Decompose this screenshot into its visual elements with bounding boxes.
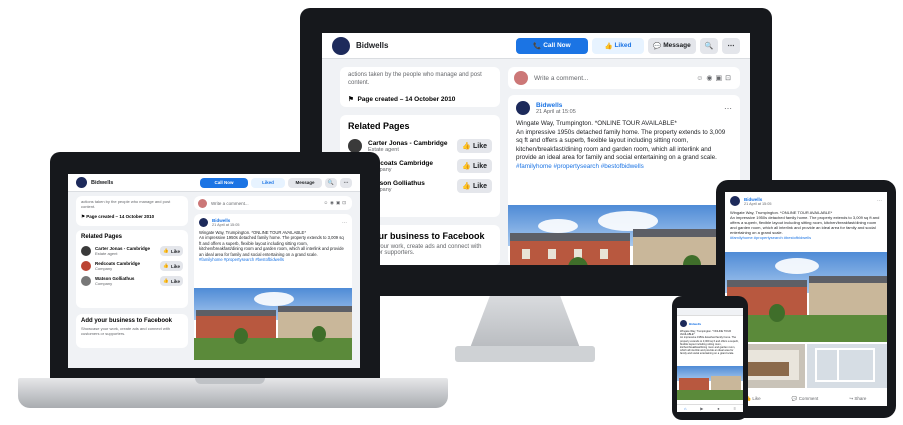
page-header: Bidwells Call Now Liked Message 🔍 ⋯ xyxy=(68,174,360,192)
laptop-notch xyxy=(195,378,265,384)
post-menu-icon[interactable]: ⋯ xyxy=(877,198,882,204)
about-text: actions taken by the people who manage a… xyxy=(348,72,482,86)
avatar xyxy=(514,71,528,85)
comment-input[interactable]: Write a comment... xyxy=(211,201,323,206)
post-photo[interactable] xyxy=(677,366,743,400)
comment-action[interactable]: 💬 Comment xyxy=(792,396,818,402)
post-text: Wingate Way, Trumpington. *ONLINE TOUR A… xyxy=(680,330,739,356)
comment-icons[interactable]: ☺◉▣⊡ xyxy=(323,200,348,206)
liked-button[interactable]: Liked xyxy=(251,177,285,188)
phone-navbar: ⌂ ▶ ● ≡ xyxy=(677,404,743,412)
page-logo xyxy=(76,177,87,188)
related-item[interactable]: Redcoats CambridgeCompany 👍Like xyxy=(81,261,183,271)
post-text: Wingate Way, Trumpington. *ONLINE TOUR A… xyxy=(516,120,726,170)
related-item[interactable]: Carter Jonas - Cambridge Estate agent 👍 Li… xyxy=(81,246,183,256)
phone-topbar xyxy=(677,308,743,316)
post-header: Bidwells 21 April at 15:05 ⋯ xyxy=(730,196,882,206)
phone: Bidwells Wingate Way, Trumpington. *ONLI… xyxy=(672,296,748,420)
laptop-screen: Bidwells Call Now Liked Message 🔍 ⋯ acti… xyxy=(68,174,360,368)
related-item-name: Carter Jonas - Cambridge xyxy=(368,139,448,147)
related-item[interactable]: Carter Jonas - Cambridge Estate agent 👍 Li… xyxy=(348,139,492,153)
page-logo xyxy=(332,36,350,55)
like-button[interactable]: 👍 Like xyxy=(160,276,183,286)
monitor-stand-base xyxy=(455,346,595,362)
post-photo-conservatory[interactable] xyxy=(807,344,887,388)
phone-screen: Bidwells Wingate Way, Trumpington. *ONLI… xyxy=(677,308,743,412)
monitor-stand xyxy=(470,296,580,348)
promo-card: Add your business to Facebook Showcase y… xyxy=(76,314,188,348)
comment-icons[interactable]: ☺◉▣⊡ xyxy=(696,74,734,82)
promo-heading: Add your business to Facebook xyxy=(81,318,173,324)
related-item-category: Company xyxy=(368,187,457,193)
call-now-button[interactable]: Call Now xyxy=(200,177,248,188)
like-button[interactable]: 👍 Like xyxy=(457,139,492,153)
post-card: Bidwells 21 April at 15:05 ⋯ Wingate Way,… xyxy=(508,95,740,265)
post-time[interactable]: 21 April at 15:05 xyxy=(536,109,724,115)
about-text: actions taken by the people who manage a… xyxy=(81,199,171,209)
post-photo[interactable] xyxy=(508,205,740,265)
post-menu-icon[interactable]: ⋯ xyxy=(342,220,347,226)
related-item-category: Company xyxy=(95,281,113,286)
search-icon[interactable]: 🔍 xyxy=(700,37,718,54)
post-text: Wingate Way, Trumpington. *ONLINE TOUR A… xyxy=(199,230,344,263)
share-action[interactable]: ↪ Share xyxy=(849,396,866,402)
message-button[interactable]: Message xyxy=(288,177,322,188)
search-icon[interactable]: 🔍 xyxy=(325,177,337,188)
post-author-logo xyxy=(516,101,530,115)
like-button[interactable]: 👍 Like xyxy=(457,179,492,193)
more-icon[interactable]: ⋯ xyxy=(722,37,740,54)
related-pages-card: Related Pages Carter Jonas - Cambridge Es… xyxy=(76,230,188,308)
message-button[interactable]: 💬 Message xyxy=(648,37,696,54)
post-text: Wingate Way, Trumpington. *ONLINE TOUR A… xyxy=(730,210,880,240)
related-heading: Related Pages xyxy=(348,121,410,131)
page-created: ⚑ Page created – 14 October 2010 xyxy=(81,214,155,219)
like-button[interactable]: 👍 Like xyxy=(160,261,183,271)
post-menu-icon[interactable]: ⋯ xyxy=(724,104,732,113)
related-item-category: Estate agent xyxy=(95,251,118,256)
related-item-category: Estate agent xyxy=(368,146,399,153)
related-item-name: Watson Golliathus xyxy=(368,179,425,187)
liked-button[interactable]: 👍 Liked xyxy=(592,37,644,54)
post-photo[interactable] xyxy=(194,288,352,360)
post-time[interactable]: 21 April at 15:05 xyxy=(212,223,342,227)
page-header: Bidwells 📞 Call Now 👍 Liked 💬 Message 🔍 … xyxy=(322,33,750,59)
comment-box: Write a comment... ☺◉▣⊡ xyxy=(508,67,740,89)
comment-box: Write a comment... ☺◉▣⊡ xyxy=(194,196,352,210)
related-heading: Related Pages xyxy=(81,234,123,240)
more-icon[interactable]: ⋯ xyxy=(340,177,352,188)
bell-icon[interactable]: ● xyxy=(717,406,719,411)
reaction-bar: 👍 Like 💬 Comment ↪ Share xyxy=(730,396,882,402)
monitor-screen: Bidwells 📞 Call Now 👍 Liked 💬 Message 🔍 … xyxy=(322,33,750,265)
related-item-category: Company xyxy=(368,167,457,173)
menu-icon[interactable]: ≡ xyxy=(734,406,736,411)
post-time[interactable]: 21 April at 15:05 xyxy=(744,202,877,206)
comment-input[interactable]: Write a comment... xyxy=(534,75,696,82)
call-now-button[interactable]: 📞 Call Now xyxy=(516,37,588,54)
tablet-screen: Bidwells 21 April at 15:05 ⋯ Wingate Way,… xyxy=(725,192,887,406)
page-name: Bidwells xyxy=(356,41,389,50)
promo-text: Showcase your work, create ads and conne… xyxy=(81,326,170,336)
page-name: Bidwells xyxy=(91,179,114,186)
about-card: actions taken by the people who manage a… xyxy=(76,196,188,226)
home-icon[interactable]: ⌂ xyxy=(684,406,686,411)
like-button[interactable]: 👍 Like xyxy=(457,159,492,173)
related-item-category: Company xyxy=(95,266,113,271)
post-card: Bidwells 21 April at 15:05 ⋯ Wingate Way,… xyxy=(194,214,352,360)
post-photo[interactable] xyxy=(725,252,887,342)
video-icon[interactable]: ▶ xyxy=(700,406,703,411)
related-item-name: Redcoats Cambridge xyxy=(368,159,434,167)
laptop: Bidwells Call Now Liked Message 🔍 ⋯ acti… xyxy=(50,152,380,378)
post-author[interactable]: Bidwells xyxy=(689,322,740,326)
like-button[interactable]: 👍 Like xyxy=(160,246,183,256)
post-header: Bidwells xyxy=(680,320,740,327)
post-author[interactable]: Bidwells xyxy=(536,102,724,109)
page-created: ⚑ Page created – 14 October 2010 xyxy=(348,96,456,103)
related-item[interactable]: Watson GolliathusCompany 👍Like xyxy=(81,276,183,286)
about-card: actions taken by the people who manage a… xyxy=(340,67,500,107)
